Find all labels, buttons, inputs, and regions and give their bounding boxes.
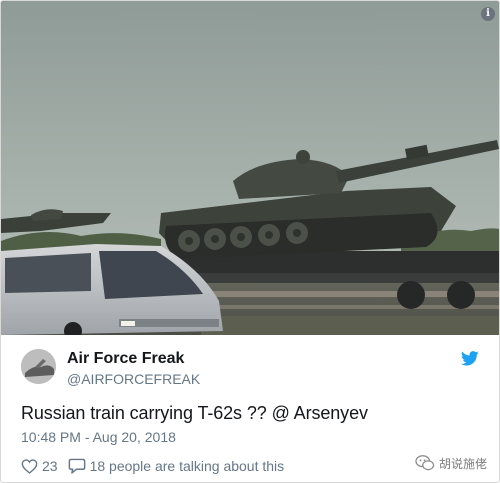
wechat-logo-icon [415,455,435,471]
tweet-embed-card: i Air Force Freak @AIRFORCEFREAK Russian… [0,0,500,483]
user-handle[interactable]: @AIRFORCEFREAK [67,371,200,387]
tweet-actions: 23 18 people are talking about this [21,456,294,476]
display-name[interactable]: Air Force Freak [67,350,184,368]
avatar-image [21,349,56,384]
like-action[interactable]: 23 [21,458,58,474]
tweet-photo[interactable]: i [1,1,499,335]
reply-action[interactable]: 18 people are talking about this [68,458,285,474]
heart-icon [21,458,38,474]
tweet-text: Russian train carrying T-62s ?? @ Arseny… [21,403,368,423]
watermark-text: 胡说施佬 [438,456,487,471]
talking-count-text: 18 people are talking about this [89,458,285,474]
twitter-bird-icon[interactable] [460,351,479,371]
avatar[interactable] [21,349,56,384]
tweet-timestamp[interactable]: 10:48 PM - Aug 20, 2018 [21,429,176,445]
info-icon[interactable]: i [481,7,495,21]
speech-bubble-icon [68,458,85,474]
photo-tank-on-train [1,1,499,335]
watermark: 胡说施佬 [415,454,487,472]
like-count: 23 [42,458,58,474]
